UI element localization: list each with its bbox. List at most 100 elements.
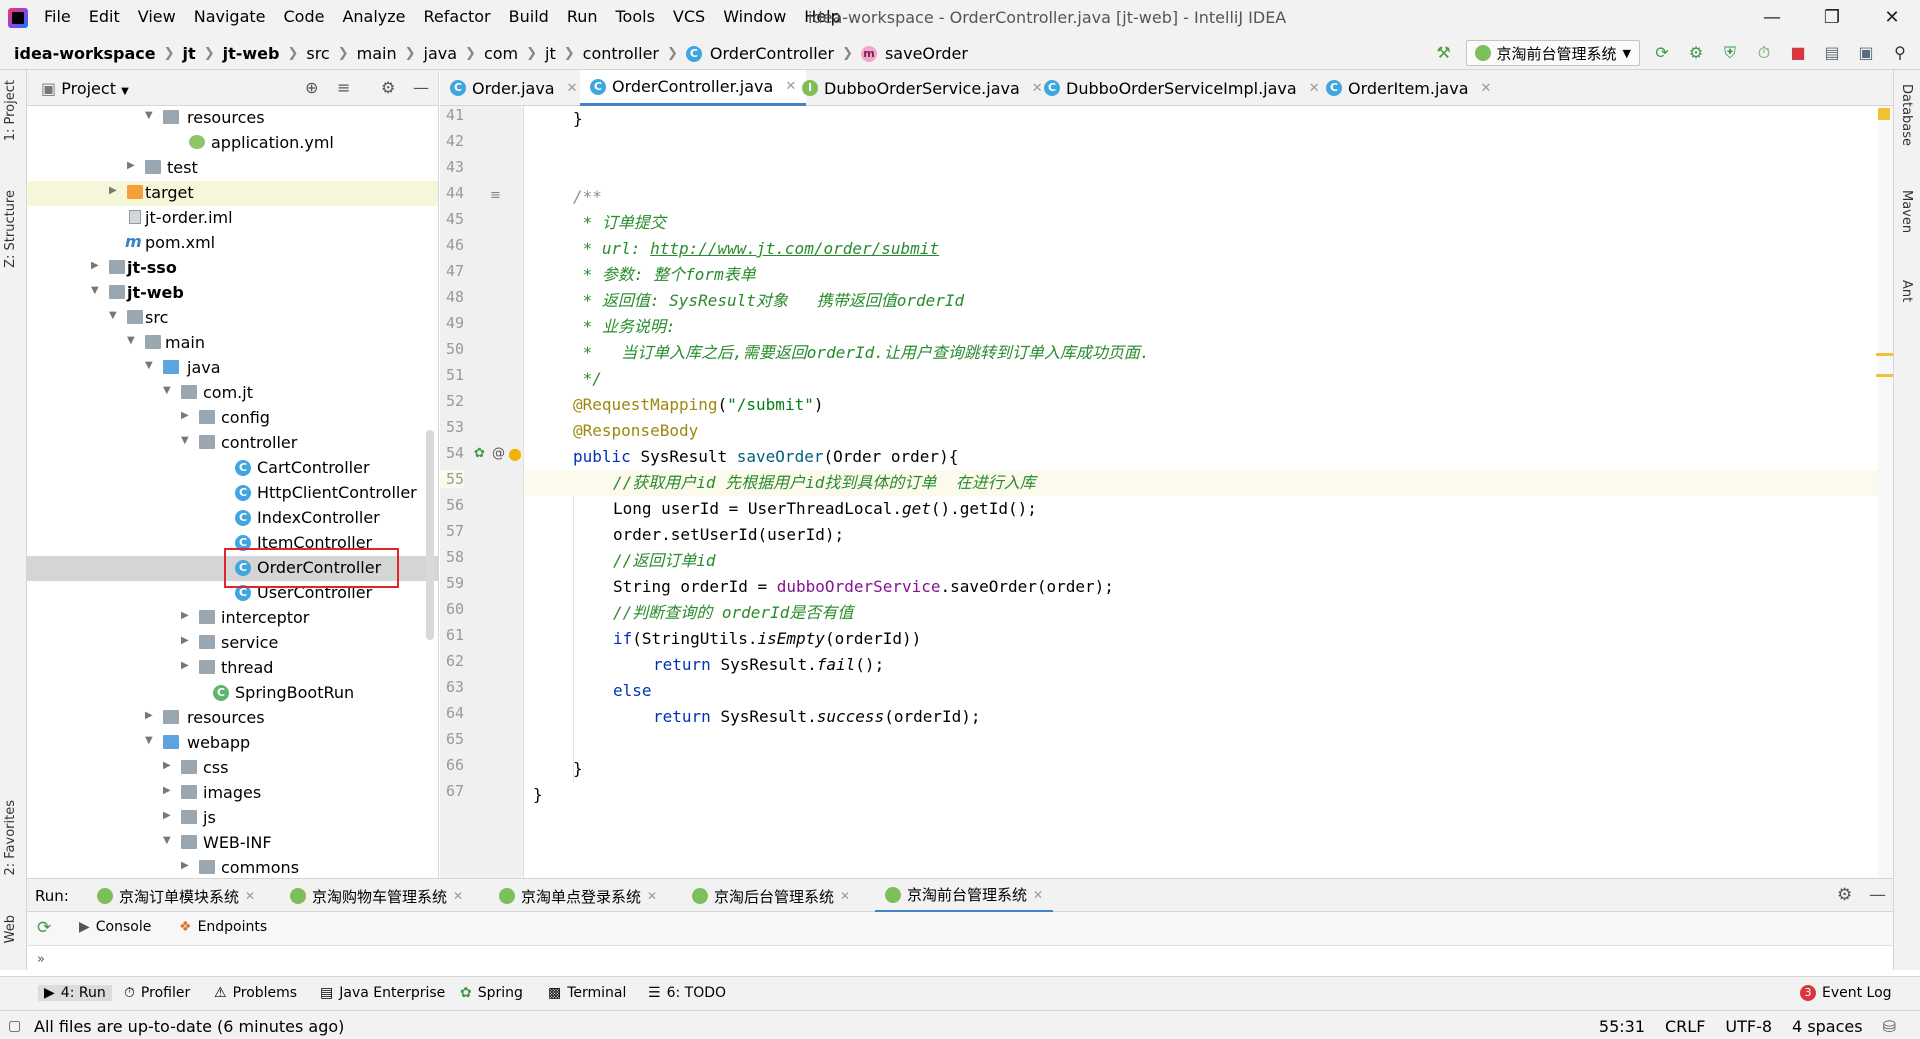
tree-item-thread[interactable]: ▶ thread	[27, 656, 438, 681]
menu-run[interactable]: Run	[567, 7, 598, 26]
tree-item-js[interactable]: ▶ js	[27, 806, 438, 831]
tool-tab-run[interactable]: ▶ 4: Run	[38, 985, 112, 1001]
close-tab-icon[interactable]: ✕	[1481, 81, 1492, 96]
tool-tab-favorites[interactable]: 2: Favorites	[3, 800, 18, 876]
console-tab[interactable]: ▶ Console	[79, 919, 151, 935]
crumb-workspace[interactable]: idea-workspace	[14, 44, 156, 63]
tool-tab-database[interactable]: Database	[1899, 84, 1914, 146]
crumb-java[interactable]: java	[424, 44, 458, 63]
close-tab-icon[interactable]: ✕	[647, 889, 657, 903]
toggle-tool-windows-icon[interactable]: ▢	[8, 1018, 21, 1034]
tree-item-main[interactable]: ▼ main	[27, 331, 438, 356]
tool-tab-project[interactable]: 1: Project	[3, 80, 18, 141]
close-tab-icon[interactable]: ✕	[453, 889, 463, 903]
menu-file[interactable]: File	[44, 7, 71, 26]
search-icon[interactable]: ⚲	[1888, 41, 1912, 65]
crumb-saveorder[interactable]: saveOrder	[885, 44, 968, 63]
crumb-src[interactable]: src	[306, 44, 329, 63]
tree-item-cartcontroller[interactable]: C CartController	[27, 456, 438, 481]
tree-item-indexcontroller[interactable]: C IndexController	[27, 506, 438, 531]
tool-tab-structure[interactable]: Z: Structure	[3, 190, 18, 268]
close-tab-icon[interactable]: ✕	[1033, 888, 1043, 902]
lightbulb-icon[interactable]: ●	[508, 444, 522, 463]
tool-tab-spring[interactable]: ✿ Spring	[460, 985, 523, 1001]
crumb-com[interactable]: com	[484, 44, 518, 63]
crumb-ordercontroller[interactable]: OrderController	[710, 44, 834, 63]
tree-item-web-inf[interactable]: ▼ WEB-INF	[27, 831, 438, 856]
crumb-jt[interactable]: jt	[183, 44, 196, 63]
hide-panel-icon[interactable]: —	[413, 78, 429, 97]
run-tab-admin[interactable]: 京淘后台管理系统 ✕	[682, 879, 860, 913]
tree-item-resources-web[interactable]: ▶ resources	[27, 706, 438, 731]
lock-icon[interactable]: ⛁	[1883, 1017, 1896, 1036]
menu-tools[interactable]: Tools	[616, 7, 655, 26]
tree-item-config[interactable]: ▶ config	[27, 406, 438, 431]
tree-item-jt-web[interactable]: ▼ jt-web	[27, 281, 438, 306]
crumb-jt-web[interactable]: jt-web	[223, 44, 280, 63]
tree-item-application-yml[interactable]: application.yml	[27, 131, 438, 156]
file-encoding[interactable]: UTF-8	[1725, 1017, 1772, 1036]
close-tab-icon[interactable]: ✕	[567, 81, 578, 96]
tree-item-springbootrun[interactable]: C SpringBootRun	[27, 681, 438, 706]
close-icon[interactable]: ✕	[1872, 4, 1912, 32]
line-separator[interactable]: CRLF	[1665, 1017, 1705, 1036]
tree-item-controller[interactable]: ▼ controller	[27, 431, 438, 456]
settings-gear-icon[interactable]: ⚙	[1837, 885, 1852, 905]
run-configuration-select[interactable]: 京淘前台管理系统 ▼	[1465, 40, 1640, 66]
project-view-select[interactable]: ▣ Project ▼	[41, 79, 129, 98]
run-tab-order[interactable]: 京淘订单模块系统 ✕	[87, 879, 265, 913]
tab-ordercontroller-java[interactable]: C OrderController.java ✕	[580, 70, 807, 106]
menu-window[interactable]: Window	[723, 7, 786, 26]
crumb-main[interactable]: main	[357, 44, 397, 63]
tree-item-images[interactable]: ▶ images	[27, 781, 438, 806]
scroll-marker[interactable]	[1876, 374, 1893, 377]
spring-bean-icon[interactable]: ✿	[474, 446, 485, 461]
tool-tab-web[interactable]: Web	[3, 915, 18, 943]
endpoints-tab[interactable]: ❖ Endpoints	[179, 919, 267, 935]
tree-item-jt-sso[interactable]: ▶ jt-sso	[27, 256, 438, 281]
tree-item-java[interactable]: ▼ java	[27, 356, 438, 381]
crumb-jt-pkg[interactable]: jt	[545, 44, 556, 63]
tool-tab-java-enterprise[interactable]: ▤ Java Enterprise	[320, 985, 445, 1001]
url-mapping-icon[interactable]: @	[492, 446, 505, 461]
indent-setting[interactable]: 4 spaces	[1792, 1017, 1863, 1036]
tree-item-httpclientcontroller[interactable]: C HttpClientController	[27, 481, 438, 506]
run-tab-front[interactable]: 京淘前台管理系统 ✕	[875, 879, 1054, 913]
minimize-icon[interactable]: —	[1752, 4, 1792, 32]
code-editor[interactable]: } /** * 订单提交 * url: http://www.jt.com/or…	[525, 106, 1893, 878]
rerun-icon[interactable]: ⟳	[37, 918, 51, 938]
menu-code[interactable]: Code	[284, 7, 325, 26]
tool-tab-maven[interactable]: Maven	[1899, 190, 1914, 233]
inspection-status-icon[interactable]	[1878, 108, 1890, 120]
editor-gutter[interactable]: 41 42 43 44 45 46 47 48 49 50 51 52 53 5…	[440, 106, 524, 878]
close-tab-icon[interactable]: ✕	[245, 889, 255, 903]
tree-item-service[interactable]: ▶ service	[27, 631, 438, 656]
tab-dubboorderserviceimpl-java[interactable]: C DubboOrderServiceImpl.java ✕	[1034, 70, 1330, 106]
settings-gear-icon[interactable]: ⚙	[381, 78, 395, 97]
profile-icon[interactable]: ⏱	[1752, 41, 1776, 65]
tool-tab-ant[interactable]: Ant	[1899, 280, 1914, 302]
hide-panel-icon[interactable]: —	[1869, 885, 1886, 905]
scroll-marker[interactable]	[1876, 353, 1893, 356]
doc-render-icon[interactable]: ≡	[490, 188, 501, 203]
tab-order-java[interactable]: C Order.java ✕	[440, 70, 588, 106]
tree-item-commons[interactable]: ▶ commons	[27, 856, 438, 878]
menu-analyze[interactable]: Analyze	[342, 7, 405, 26]
debug-icon[interactable]: ⚙	[1684, 41, 1708, 65]
tab-orderitem-java[interactable]: C OrderItem.java ✕	[1316, 70, 1501, 106]
run-tab-cart[interactable]: 京淘购物车管理系统 ✕	[280, 879, 473, 913]
menu-vcs[interactable]: VCS	[673, 7, 705, 26]
close-tab-icon[interactable]: ✕	[840, 889, 850, 903]
project-scrollbar[interactable]	[426, 430, 434, 640]
layout-icon[interactable]: ▣	[1854, 41, 1878, 65]
tree-item-com-jt[interactable]: ▼ com.jt	[27, 381, 438, 406]
menu-edit[interactable]: Edit	[89, 7, 120, 26]
tree-item-interceptor[interactable]: ▶ interceptor	[27, 606, 438, 631]
tree-item-css[interactable]: ▶ css	[27, 756, 438, 781]
editor-scrollbar[interactable]	[1878, 106, 1893, 878]
run-tab-sso[interactable]: 京淘单点登录系统 ✕	[489, 879, 667, 913]
tab-dubboorderservice-java[interactable]: I DubboOrderService.java ✕	[792, 70, 1053, 106]
tree-item-jt-order-iml[interactable]: jt-order.iml	[27, 206, 438, 231]
menu-view[interactable]: View	[138, 7, 176, 26]
menu-build[interactable]: Build	[509, 7, 549, 26]
